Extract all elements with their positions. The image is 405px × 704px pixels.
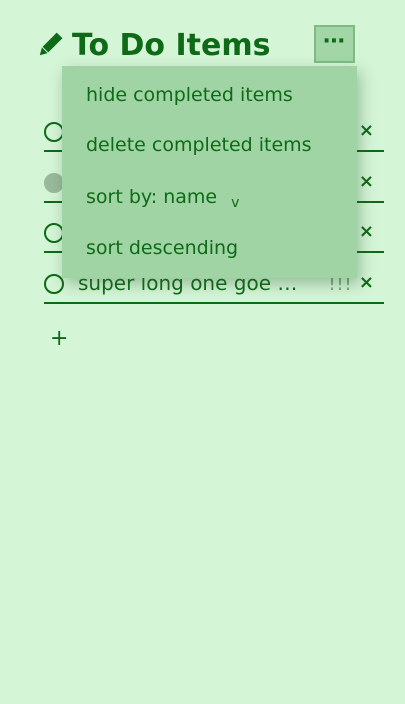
menu-item-delete-completed[interactable]: delete completed items <box>86 134 312 156</box>
checkbox-unchecked[interactable] <box>44 274 64 294</box>
delete-icon[interactable]: × <box>359 272 374 293</box>
pencil-icon <box>34 31 64 61</box>
more-options-button[interactable]: ⋯ <box>314 25 355 63</box>
menu-item-hide-completed[interactable]: hide completed items <box>86 84 293 106</box>
chevron-down-icon: v <box>231 195 240 211</box>
header: To Do Items <box>34 28 270 63</box>
sort-by-label: sort by: name <box>86 186 218 208</box>
page-title: To Do Items <box>72 28 271 63</box>
todo-app: To Do Items ⋯ × × × super long one goe …… <box>0 0 405 704</box>
delete-icon[interactable]: × <box>359 120 374 141</box>
menu-item-sort-descending[interactable]: sort descending <box>86 237 238 259</box>
menu-item-sort-by[interactable]: sort by: name v <box>86 186 240 211</box>
options-menu: hide completed items delete completed it… <box>62 66 357 278</box>
checkbox-unchecked[interactable] <box>44 223 64 243</box>
delete-icon[interactable]: × <box>359 221 374 242</box>
checkbox-unchecked[interactable] <box>44 122 64 142</box>
delete-icon[interactable]: × <box>359 171 374 192</box>
add-item-button[interactable]: + <box>50 326 68 351</box>
checkbox-checked[interactable] <box>44 173 64 193</box>
